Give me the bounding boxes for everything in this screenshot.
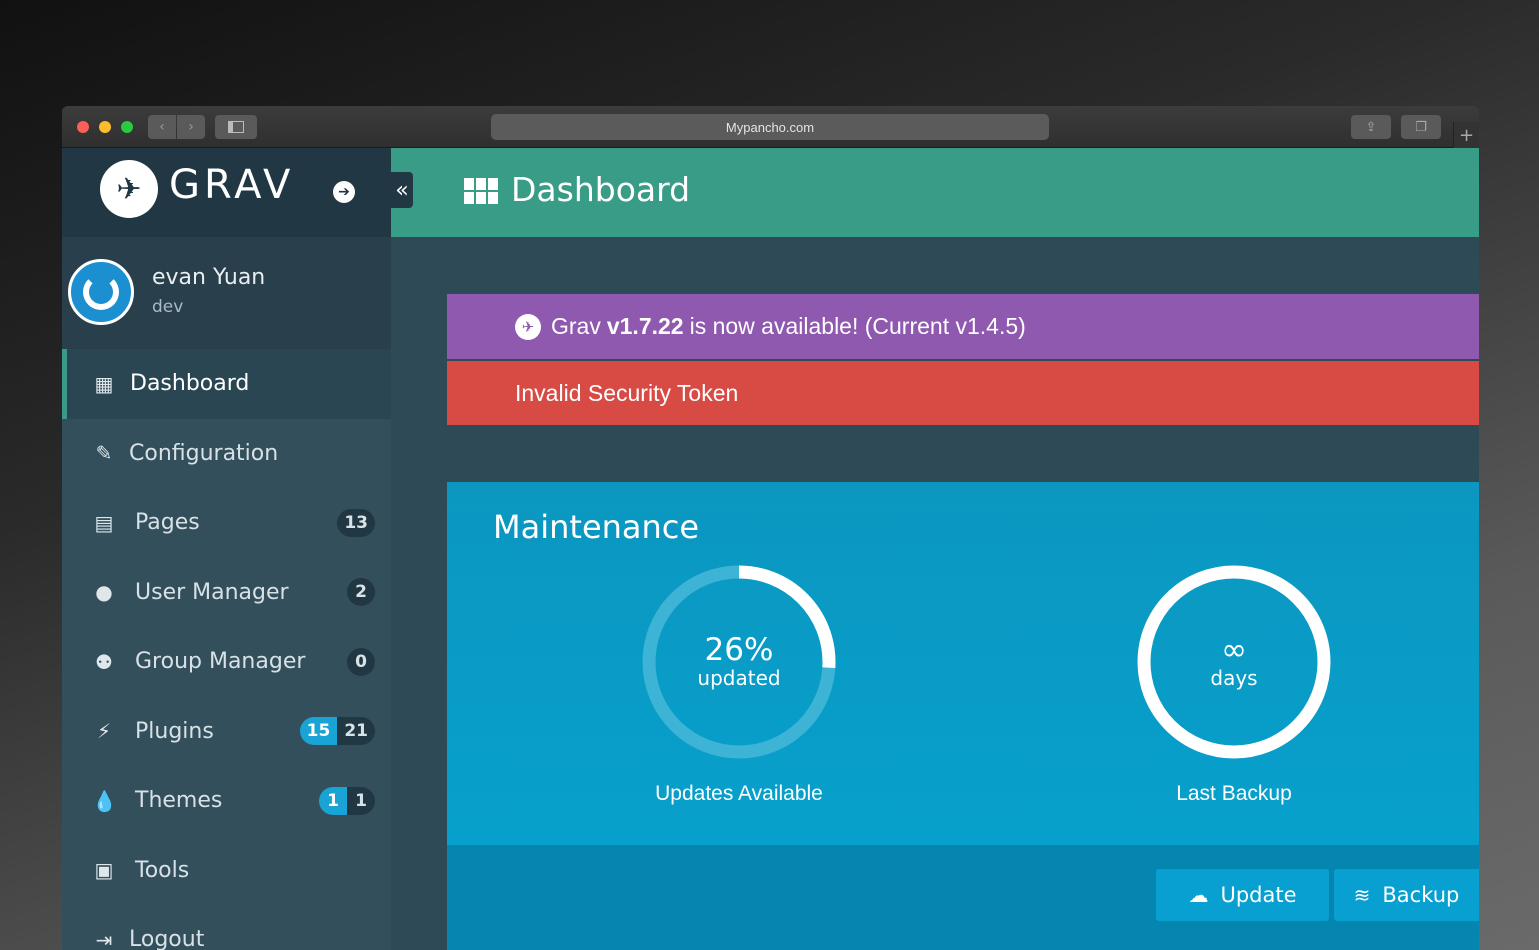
sidebar-item-configuration[interactable]: ✎ Configuration — [62, 419, 391, 489]
count-badge: 0 — [347, 647, 375, 676]
tint-icon: 💧 — [92, 788, 117, 813]
count-badge: 1 — [347, 786, 375, 815]
update-button-label: Update — [1220, 883, 1297, 907]
error-alert: Invalid Security Token — [447, 361, 1479, 425]
grav-logo-icon: ✈ — [515, 313, 541, 340]
backup-button[interactable]: ≋ Backup — [1334, 869, 1479, 921]
browser-titlebar: ‹ › Mypancho.com ⇪ ❐ + — [62, 106, 1479, 148]
sidebar-icon — [228, 121, 244, 133]
page-title: Dashboard — [511, 170, 691, 209]
avatar[interactable] — [68, 259, 134, 325]
wrench-icon: ✎ — [95, 441, 113, 466]
sidebar-item-label: User Manager — [135, 579, 289, 605]
sidebar-item-dashboard[interactable]: ▦ Dashboard — [62, 349, 391, 419]
count-badge: 13 — [337, 508, 375, 537]
maintenance-panel: Maintenance 26% updated Updates Availabl… — [447, 482, 1479, 845]
open-site-icon[interactable]: ➔ — [333, 181, 355, 203]
backup-sub: days — [1210, 666, 1258, 690]
sidebar-item-label: Tools — [135, 857, 190, 883]
minimize-window-button[interactable] — [99, 121, 111, 133]
badge-group: 0 — [347, 647, 375, 676]
database-icon: ≋ — [1353, 883, 1371, 907]
grid-icon: ▦ — [94, 371, 114, 396]
updates-sub: updated — [697, 666, 781, 690]
updates-badge: 1 — [319, 786, 347, 815]
updates-percent: 26% — [704, 632, 774, 668]
user-profile[interactable]: evan Yuan dev — [62, 237, 391, 349]
update-alert-version: v1.7.22 — [606, 313, 684, 339]
badge-group: 2 — [347, 578, 375, 607]
maintenance-title: Maintenance — [493, 508, 700, 546]
sidebar-item-plugins[interactable]: ⚡ Plugins 15 21 — [62, 697, 391, 767]
share-button[interactable]: ⇪ — [1351, 115, 1391, 139]
badge-group: 1 1 — [319, 786, 375, 815]
history-nav: ‹ › — [148, 115, 205, 139]
sidebar-item-user-manager[interactable]: ● User Manager 2 — [62, 558, 391, 628]
sidebar-item-tools[interactable]: ▣ Tools — [62, 836, 391, 906]
users-icon: ⚉ — [95, 649, 113, 674]
badge-group: 13 — [337, 508, 375, 537]
updates-gauge: 26% updated — [639, 562, 839, 762]
back-button[interactable]: ‹ — [148, 115, 176, 139]
count-badge: 2 — [347, 578, 375, 607]
collapse-sidebar-icon[interactable]: « — [391, 172, 413, 208]
update-alert-suffix: is now available! (Current v1.4.5) — [689, 313, 1026, 339]
cloud-download-icon: ☁ — [1188, 883, 1209, 907]
user-role: dev — [152, 297, 184, 317]
update-alert-prefix: Grav — [551, 313, 601, 339]
backup-gauge: ∞ days — [1134, 562, 1334, 762]
main-content: ✈ Grav v1.7.22 is now available! (Curren… — [391, 237, 1479, 950]
browser-window: ‹ › Mypancho.com ⇪ ❐ + ✈ GRAV ➔ evan Yua… — [62, 106, 1479, 950]
update-alert[interactable]: ✈ Grav v1.7.22 is now available! (Curren… — [447, 294, 1479, 359]
plug-icon: ⚡ — [96, 719, 112, 744]
backup-label: Last Backup — [1176, 782, 1292, 805]
tabs-overview-button[interactable]: ❐ — [1401, 115, 1441, 139]
close-window-button[interactable] — [77, 121, 89, 133]
updates-badge: 15 — [299, 717, 338, 746]
backup-days: ∞ — [1221, 632, 1247, 668]
page-header: « Dashboard — [391, 148, 1479, 237]
sidebar-item-label: Logout — [129, 927, 205, 950]
count-badge: 21 — [337, 717, 375, 746]
sidebar-item-themes[interactable]: 💧 Themes 1 1 — [62, 766, 391, 836]
grav-logo-icon[interactable]: ✈ — [100, 160, 158, 218]
user-icon: ● — [95, 580, 113, 605]
grid-icon — [464, 178, 498, 204]
badge-group: 15 21 — [299, 717, 375, 746]
sidebar-toggle-button[interactable] — [215, 115, 257, 139]
maximize-window-button[interactable] — [121, 121, 133, 133]
power-icon — [83, 274, 119, 310]
sidebar: ✈ GRAV ➔ evan Yuan dev ▦ Dashboard ✎ Con… — [62, 148, 391, 950]
forward-button[interactable]: › — [177, 115, 205, 139]
sign-out-icon: ⇥ — [95, 927, 113, 950]
sidebar-item-group-manager[interactable]: ⚉ Group Manager 0 — [62, 627, 391, 697]
logo-area: ✈ GRAV ➔ — [62, 148, 391, 237]
backup-button-label: Backup — [1382, 883, 1460, 907]
logo-text[interactable]: GRAV — [169, 162, 294, 208]
new-tab-button[interactable]: + — [1453, 122, 1479, 148]
sidebar-item-label: Plugins — [135, 718, 214, 744]
sidebar-menu: ▦ Dashboard ✎ Configuration ▤ Pages 13 ●… — [62, 349, 391, 950]
url-bar[interactable]: Mypancho.com — [491, 114, 1049, 140]
sidebar-item-label: Group Manager — [135, 649, 306, 675]
sidebar-item-label: Configuration — [129, 440, 279, 466]
sidebar-item-logout[interactable]: ⇥ Logout — [62, 905, 391, 950]
sidebar-item-pages[interactable]: ▤ Pages 13 — [62, 488, 391, 558]
user-name[interactable]: evan Yuan — [152, 265, 265, 290]
maintenance-actions: ☁ Update ≋ Backup — [447, 845, 1479, 950]
update-button[interactable]: ☁ Update — [1156, 869, 1329, 921]
sidebar-item-label: Themes — [135, 788, 223, 814]
updates-label: Updates Available — [655, 782, 823, 805]
sidebar-item-label: Pages — [135, 510, 200, 536]
briefcase-icon: ▣ — [94, 858, 114, 883]
file-icon: ▤ — [94, 510, 114, 535]
sidebar-item-label: Dashboard — [130, 371, 250, 397]
